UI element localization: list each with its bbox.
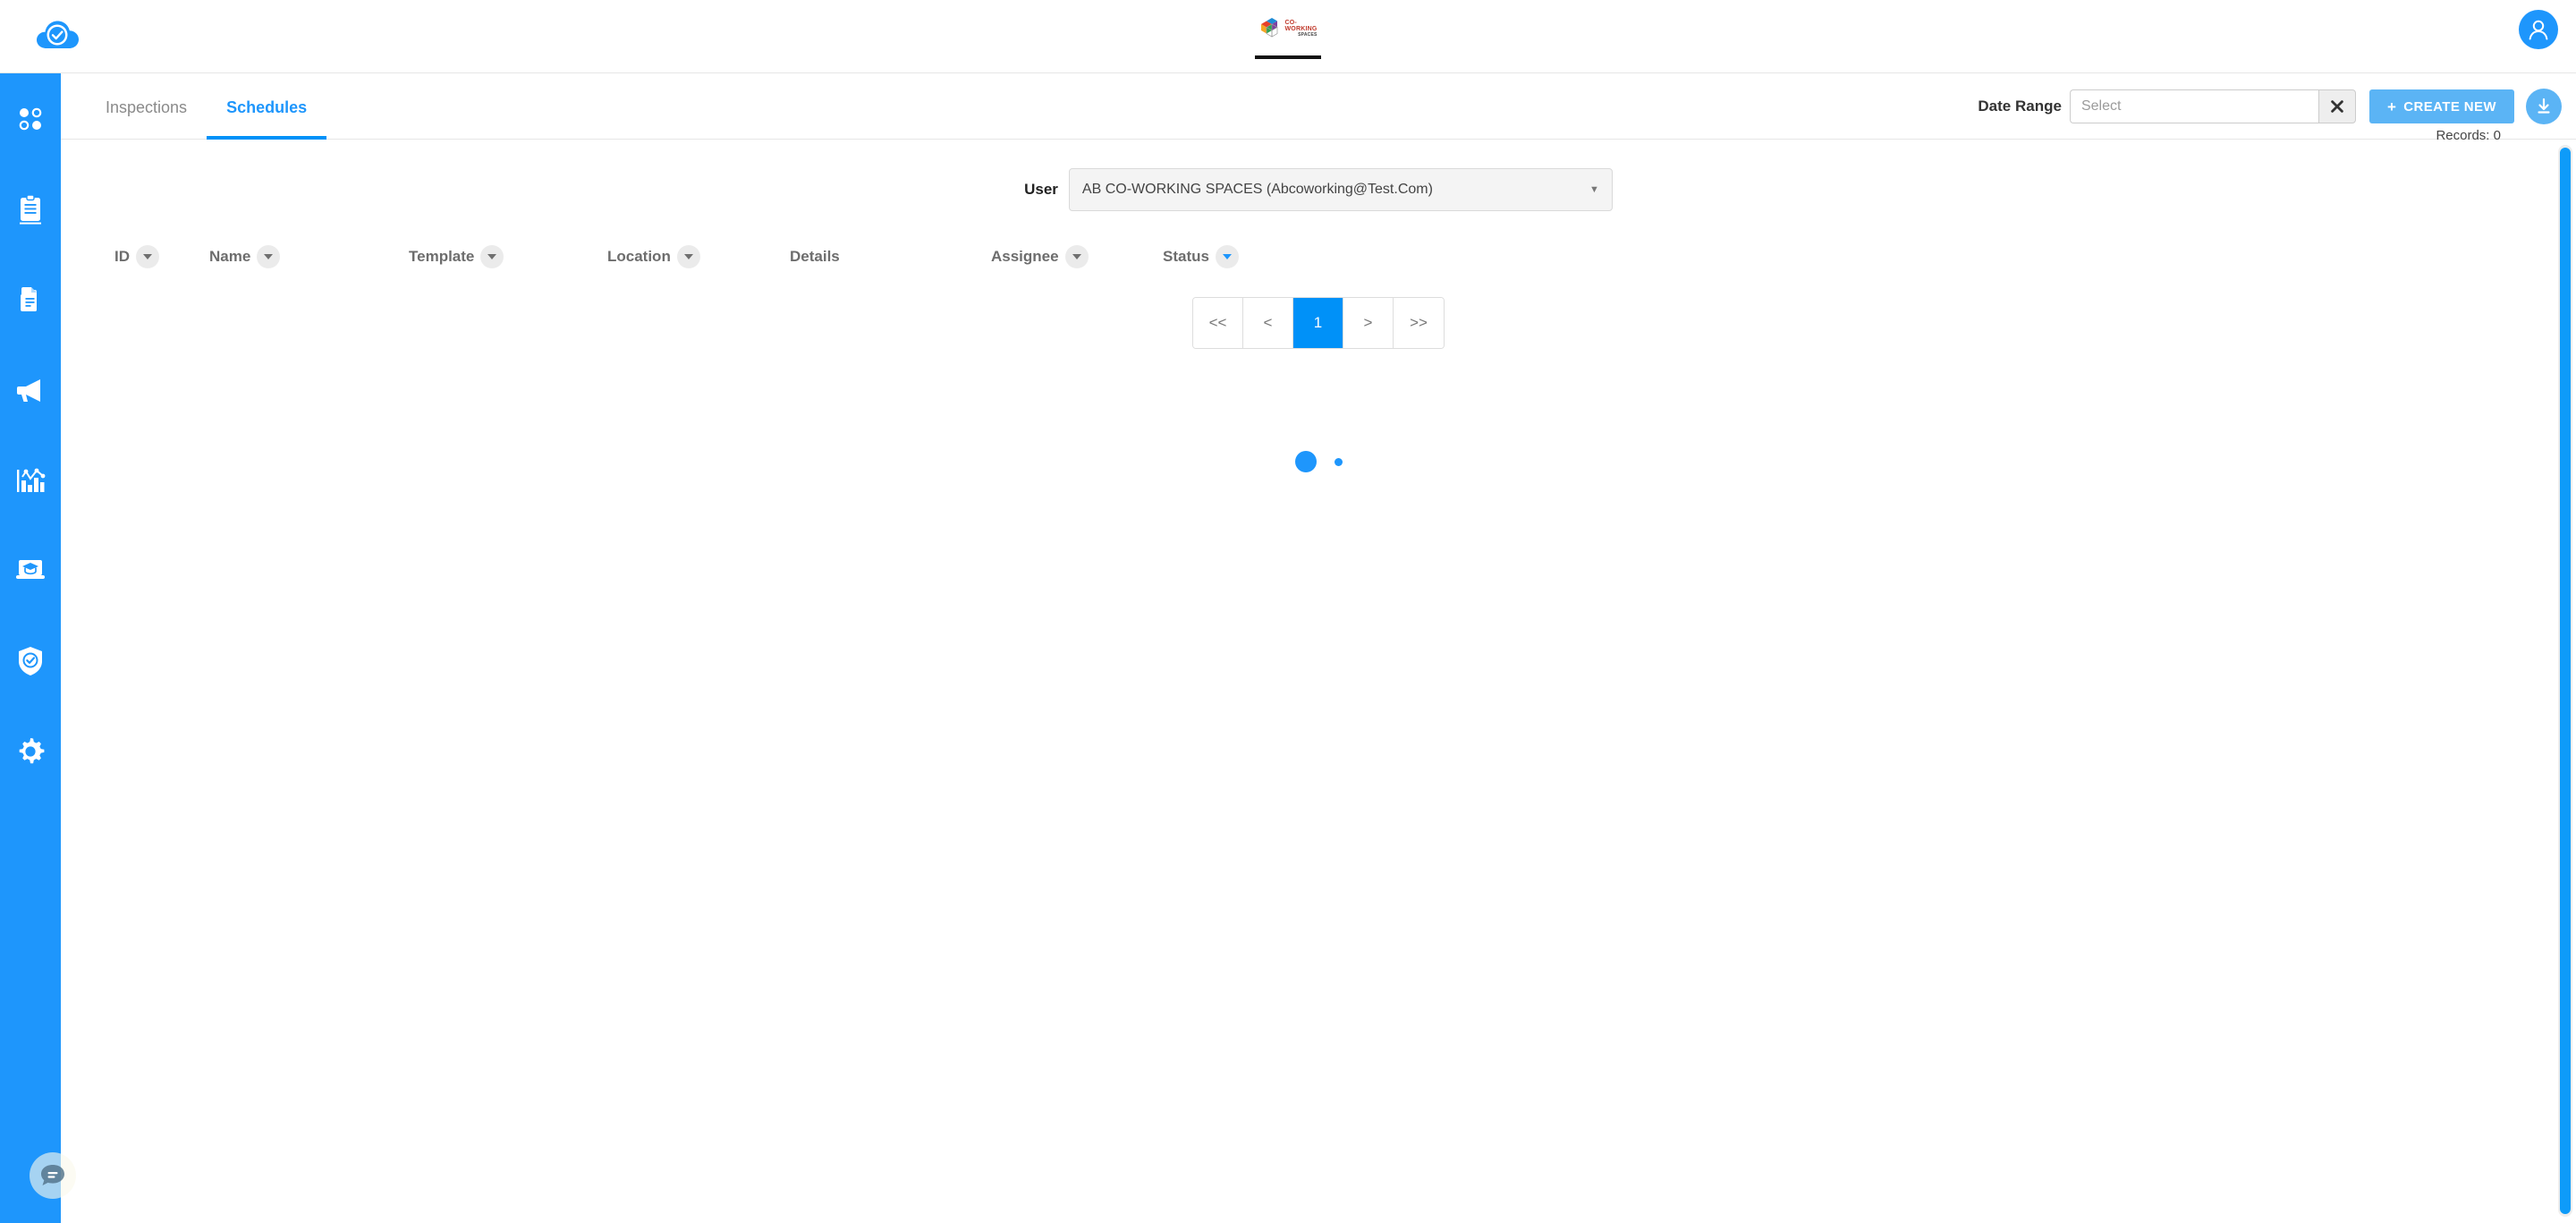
dashboard-dots-icon xyxy=(16,105,45,133)
column-label: Template xyxy=(409,248,475,265)
tab-inspections[interactable]: Inspections xyxy=(86,73,207,140)
top-bar: CO-WORKING SPACES xyxy=(0,0,2576,73)
graduation-laptop-icon xyxy=(15,557,46,584)
column-header-status: Status xyxy=(1163,233,1239,281)
center-brand-logo: CO-WORKING SPACES xyxy=(1259,11,1317,47)
center-logo-main: CO-WORKING xyxy=(1284,20,1318,33)
download-icon xyxy=(2538,98,2550,114)
loading-spinner xyxy=(61,451,2576,472)
user-filter-row: User AB CO-WORKING SPACES (Abcoworking@T… xyxy=(61,168,2576,211)
create-new-button[interactable]: + CREATE NEW xyxy=(2368,89,2514,123)
column-filter-id[interactable] xyxy=(136,245,159,268)
bar-chart-icon xyxy=(15,466,46,495)
pagination: << < 1 > >> xyxy=(61,297,2576,349)
column-label: Location xyxy=(607,248,671,265)
pagination-page-1[interactable]: 1 xyxy=(1293,298,1343,348)
pagination-prev[interactable]: < xyxy=(1243,298,1293,348)
records-count: Records: 0 xyxy=(2436,128,2501,143)
chevron-down-icon: ▼ xyxy=(1589,184,1599,195)
column-header-id: ID xyxy=(114,233,159,281)
cube-logo-icon xyxy=(1259,17,1283,40)
center-logo-sub: SPACES xyxy=(1298,31,1318,38)
sidebar-item-dashboard[interactable] xyxy=(0,73,61,164)
gear-icon xyxy=(16,737,45,766)
column-filter-template[interactable] xyxy=(480,245,504,268)
column-label: Assignee xyxy=(991,248,1059,265)
column-filter-name[interactable] xyxy=(257,245,281,268)
sidebar-item-training[interactable] xyxy=(0,525,61,616)
vertical-scrollbar[interactable] xyxy=(2558,145,2572,1217)
column-label: Status xyxy=(1163,248,1209,265)
column-filter-location[interactable] xyxy=(676,245,700,268)
user-filter-label: User xyxy=(1024,181,1058,198)
shield-check-icon xyxy=(17,646,44,676)
sub-header: Inspections Schedules Date Range + CREAT… xyxy=(61,73,2576,140)
column-filter-status[interactable] xyxy=(1215,245,1239,268)
column-label: ID xyxy=(114,248,130,265)
spinner-dot-small xyxy=(1334,457,1343,466)
spinner-dot-large xyxy=(1294,451,1317,472)
download-button[interactable] xyxy=(2526,89,2562,124)
plus-icon: + xyxy=(2386,98,2397,115)
date-range-control xyxy=(2069,89,2356,123)
sidebar-item-compliance[interactable] xyxy=(0,616,61,706)
content-area: User AB CO-WORKING SPACES (Abcoworking@T… xyxy=(61,140,2576,1223)
user-select-value: AB CO-WORKING SPACES (Abcoworking@Test.C… xyxy=(1081,182,1433,197)
center-logo-text: CO-WORKING SPACES xyxy=(1285,20,1318,38)
sidebar-item-documents[interactable] xyxy=(0,254,61,344)
column-header-template: Template xyxy=(409,233,504,281)
column-filter-assignee[interactable] xyxy=(1064,245,1089,268)
sidebar-item-settings[interactable] xyxy=(0,706,61,796)
pagination-next[interactable]: > xyxy=(1343,298,1394,348)
column-header-details: Details xyxy=(790,233,840,281)
column-label: Details xyxy=(790,248,840,265)
chat-bubble-icon xyxy=(41,1165,64,1185)
clipboard-icon xyxy=(16,193,45,225)
column-label: Name xyxy=(209,248,251,265)
tab-bar: Inspections Schedules xyxy=(86,73,327,140)
user-select[interactable]: AB CO-WORKING SPACES (Abcoworking@Test.C… xyxy=(1068,168,1613,211)
document-icon xyxy=(16,285,45,314)
date-range-input[interactable] xyxy=(2069,89,2318,123)
date-range-clear-button[interactable] xyxy=(2318,89,2356,123)
pagination-first[interactable]: << xyxy=(1193,298,1243,348)
chat-button[interactable] xyxy=(30,1152,76,1199)
megaphone-icon xyxy=(15,376,46,404)
date-range-label: Date Range xyxy=(1978,98,2062,115)
sidebar-item-inspections[interactable] xyxy=(0,164,61,254)
sidebar-item-announcements[interactable] xyxy=(0,344,61,435)
center-logo-underline xyxy=(1255,55,1321,59)
column-header-location: Location xyxy=(607,233,700,281)
tab-schedules[interactable]: Schedules xyxy=(207,73,327,140)
column-header-assignee: Assignee xyxy=(991,233,1089,281)
table-header-row: ID Name Template Location Details Assign… xyxy=(61,233,2576,281)
sidebar-item-analytics[interactable] xyxy=(0,435,61,525)
pagination-last[interactable]: >> xyxy=(1394,298,1444,348)
cloud-check-icon[interactable] xyxy=(34,13,84,63)
user-avatar-icon[interactable] xyxy=(2519,10,2558,49)
column-header-name: Name xyxy=(209,233,281,281)
close-x-icon xyxy=(2331,100,2343,113)
scrollbar-thumb[interactable] xyxy=(2560,148,2571,1214)
sidebar xyxy=(0,73,61,1223)
create-new-label: CREATE NEW xyxy=(2403,98,2496,115)
